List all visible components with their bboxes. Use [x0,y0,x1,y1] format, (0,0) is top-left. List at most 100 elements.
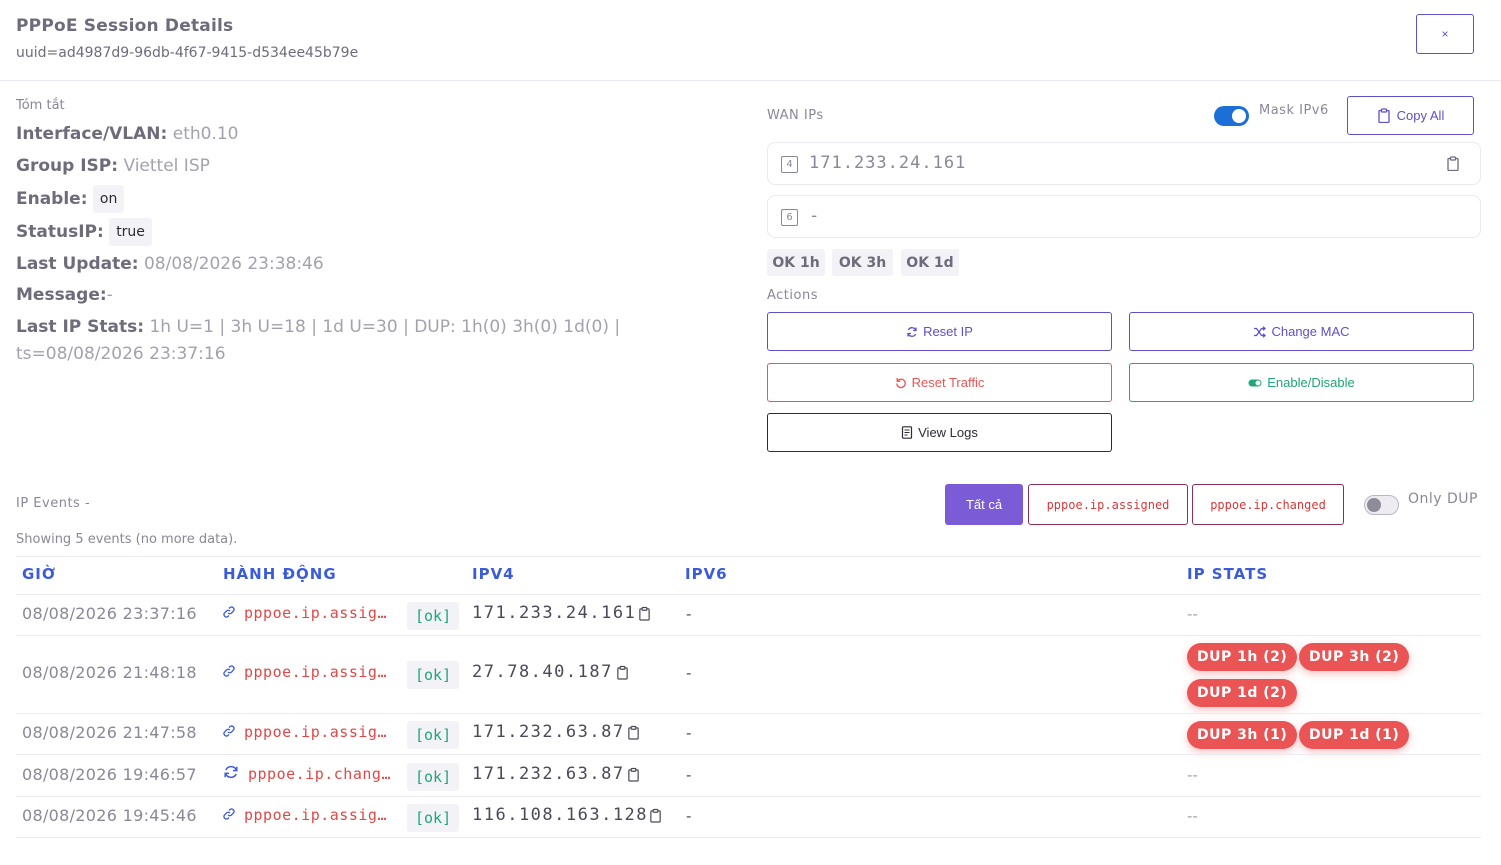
event-status-badge: [ok] [407,804,460,832]
col-header-ipv6: IPV6 [685,565,728,583]
wan-ipv4-box: 4 171.233.24.161 [767,142,1481,185]
view-logs-button[interactable]: View Logs [767,413,1112,452]
event-action-label: pppoe.ip.assigned [244,723,390,741]
event-time: 08/08/2026 23:37:16 [22,604,197,623]
event-status-badge: [ok] [407,602,460,630]
event-action-label: pppoe.ip.assigned [244,604,390,622]
link-icon [223,663,235,681]
filter-changed-button[interactable]: pppoe.ip.changed [1192,484,1344,525]
event-time: 08/08/2026 19:45:46 [22,806,197,825]
row-divider [16,635,1481,636]
summary-message: Message:- [16,285,113,305]
shuffle-icon [1254,325,1267,338]
mask-ipv6-label: Mask IPv6 [1259,103,1329,118]
ipv6-badge: 6 [781,209,798,226]
dup-badge: DUP 3h (1) [1187,721,1298,749]
event-status-badge: [ok] [407,721,460,749]
table-top-border [16,556,1481,557]
event-ipv4: 116.108.163.128 [472,805,648,825]
event-action[interactable]: pppoe.ip.assigned [223,806,390,824]
event-ipv4-value: 116.108.163.128 [472,805,649,825]
event-ipv4-value: 171.232.63.87 [472,764,625,784]
summary-heading: Tóm tắt [16,98,65,113]
dup-badge: DUP 3h (2) [1299,643,1410,671]
copy-all-button[interactable]: Copy All [1347,96,1474,135]
link-icon [223,806,235,824]
change-mac-button[interactable]: Change MAC [1129,312,1474,351]
event-time: 08/08/2026 19:46:57 [22,765,197,784]
ok-3h-chip: OK 3h [832,249,893,276]
reset-ip-button[interactable]: Reset IP [767,312,1112,351]
summary-group-isp: Group ISP: Viettel ISP [16,156,210,176]
dup-badge: DUP 1d (2) [1187,679,1298,707]
event-ipv6: - [686,724,692,742]
wan-ipv6-value: - [809,206,821,226]
event-ip-stats: -- [1187,766,1198,784]
copy-icon[interactable] [638,606,651,625]
copy-icon[interactable] [1446,156,1460,171]
event-ipv4-value: 171.232.63.87 [472,722,625,742]
copy-icon[interactable] [616,665,629,684]
document-icon [902,426,913,439]
event-ipv4: 171.232.63.87 [472,764,625,784]
col-header-time: GIỜ [22,565,56,583]
summary-enable: Enable: on [16,185,125,213]
event-status-badge: [ok] [407,763,460,791]
event-ipv4-value: 171.233.24.161 [472,603,637,623]
enable-value: on [92,185,125,213]
ok-1d-chip: OK 1d [901,249,959,276]
event-ipv4: 171.232.63.87 [472,722,625,742]
clipboard-icon [1377,108,1390,123]
dup-badge: DUP 1d (1) [1299,721,1410,749]
event-action[interactable]: pppoe.ip.changed [223,765,394,783]
events-count: Showing 5 events (no more data). [16,532,238,547]
copy-icon[interactable] [627,767,640,786]
link-icon [223,723,235,741]
event-action-label: pppoe.ip.assigned [244,806,390,824]
event-action[interactable]: pppoe.ip.assigned [223,604,390,622]
event-action-label: pppoe.ip.assigned [244,663,390,681]
only-dup-toggle[interactable] [1364,495,1399,515]
event-ipv4: 27.78.40.187 [472,662,613,682]
filter-all-button[interactable]: Tất cả [945,484,1023,525]
mask-ipv6-toggle[interactable] [1214,106,1249,126]
wan-ipv4-value: 171.233.24.161 [809,153,967,173]
event-time: 08/08/2026 21:48:18 [22,663,197,682]
actions-heading: Actions [767,288,818,303]
dup-badge: DUP 1h (2) [1187,643,1298,671]
link-icon [223,604,235,622]
summary-last-ip-stats: Last IP Stats: 1h U=1 | 3h U=18 | 1d U=3… [16,317,621,364]
modal-header: PPPoE Session Details uuid=ad4987d9-96db… [0,0,1501,81]
enable-disable-button[interactable]: Enable/Disable [1129,363,1474,402]
event-ipv4: 171.233.24.161 [472,603,636,623]
statusip-value: true [109,218,152,246]
col-header-action: HÀNH ĐỘNG [223,565,337,583]
event-ipv6: - [686,605,692,623]
reset-traffic-button[interactable]: Reset Traffic [767,363,1112,402]
row-divider [16,713,1481,714]
row-divider [16,837,1481,838]
event-action[interactable]: pppoe.ip.assigned [223,723,390,741]
toggle-icon [1248,379,1262,386]
row-divider [16,796,1481,797]
rotate-ccw-icon [895,377,906,388]
ok-1h-chip: OK 1h [767,249,825,276]
copy-icon[interactable] [649,808,662,827]
refresh-icon [907,326,917,337]
summary-last-update: Last Update: 08/08/2026 23:38:46 [16,254,324,274]
event-action[interactable]: pppoe.ip.assigned [223,663,390,681]
summary-statusip: StatusIP: true [16,218,152,246]
header-divider [16,594,1481,595]
row-divider [16,754,1481,755]
copy-icon[interactable] [627,725,640,744]
event-ipv4-value: 27.78.40.187 [472,662,613,682]
event-ip-stats: -- [1187,807,1198,825]
event-ip-stats: -- [1187,605,1198,623]
filter-assigned-button[interactable]: pppoe.ip.assigned [1028,484,1188,525]
close-button[interactable]: × [1416,14,1474,54]
sync-icon [223,765,239,783]
only-dup-label: Only DUP [1408,491,1478,507]
wan-heading: WAN IPs [767,108,824,123]
wan-ipv6-box: 6 - [767,195,1481,238]
event-action-label: pppoe.ip.changed [248,765,394,783]
